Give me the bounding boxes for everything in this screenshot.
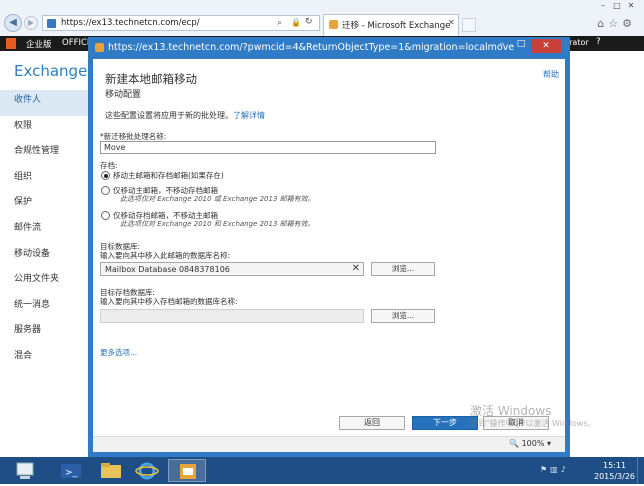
- nav-item[interactable]: 收件人: [0, 90, 90, 116]
- browse-archive-db-button[interactable]: 浏览...: [371, 309, 435, 323]
- file-explorer-icon[interactable]: [92, 459, 130, 482]
- server-manager-icon[interactable]: [6, 459, 44, 482]
- nav-item[interactable]: 公用文件夹: [0, 269, 90, 295]
- target-db-field[interactable]: Mailbox Database 0848378106 ✕: [100, 262, 364, 276]
- search-icon[interactable]: ⌕: [277, 18, 282, 28]
- office-logo-icon[interactable]: [6, 38, 16, 49]
- volume-icon[interactable]: ♪: [561, 465, 569, 474]
- move-option-radio[interactable]: [101, 186, 110, 195]
- activation-watermark-text: 转到"操作中心"以激活 Windows。: [470, 419, 596, 428]
- back-button[interactable]: 返回: [339, 416, 405, 430]
- new-move-dialog: https://ex13.technetcn.com/?pwmcid=4&Ret…: [88, 37, 570, 457]
- maximize-icon[interactable]: □: [610, 0, 624, 11]
- nav-item[interactable]: 邮件流: [0, 218, 90, 244]
- zoom-control[interactable]: 🔍 100% ▾: [509, 439, 551, 448]
- target-db-hint: 输入要向其中移入此邮箱的数据库名称:: [100, 251, 231, 260]
- help-icon[interactable]: ?: [596, 37, 601, 47]
- move-option-note: 此选项仅对 Exchange 2010 或 Exchange 2013 邮箱有效…: [120, 195, 315, 203]
- tab-close-icon[interactable]: ✕: [448, 18, 455, 27]
- move-option-radio[interactable]: [101, 171, 110, 180]
- address-text[interactable]: https://ex13.technetcn.com/ecp/: [61, 18, 200, 28]
- powershell-icon[interactable]: >_: [52, 459, 90, 482]
- browser-chrome: ◀ ▶ https://ex13.technetcn.com/ecp/ ⌕ 🔒 …: [0, 0, 644, 36]
- home-icon[interactable]: ⌂: [597, 17, 608, 30]
- move-option-radio[interactable]: [101, 211, 110, 220]
- target-db-value: Mailbox Database 0848378106: [105, 265, 230, 274]
- dialog-subheading: 移动配置: [105, 90, 142, 100]
- nav-item[interactable]: 权限: [0, 116, 90, 142]
- show-desktop-button[interactable]: [637, 457, 644, 484]
- exchange-app-icon[interactable]: [168, 459, 206, 482]
- browser-tab[interactable]: 迁移 - Microsoft Exchange ✕: [323, 14, 459, 36]
- activation-watermark-title: 激活 Windows: [470, 404, 552, 418]
- dialog-status-bar: 🔍 100% ▾: [93, 436, 565, 452]
- nav-item[interactable]: 统一消息: [0, 295, 90, 321]
- dialog-heading: 新建本地邮箱移动: [105, 72, 197, 86]
- network-icon[interactable]: ▥: [550, 465, 561, 474]
- clock[interactable]: 15:11 2015/3/26: [594, 460, 635, 482]
- svg-text:>_: >_: [65, 468, 78, 478]
- zoom-level: 100%: [521, 439, 545, 448]
- help-link[interactable]: 帮助: [543, 69, 559, 80]
- next-button[interactable]: 下一步: [412, 416, 478, 430]
- tenant-label[interactable]: 企业版: [26, 38, 52, 50]
- eac-navigation: 收件人 权限 合规性管理 组织 保护 邮件流 移动设备 公用文件夹 统一消息 服务器 混合: [0, 90, 90, 372]
- clear-icon[interactable]: ✕: [352, 263, 360, 274]
- move-option-label[interactable]: 移动主邮箱和存档邮箱(如果存在): [113, 170, 224, 181]
- site-favicon-icon: [47, 19, 56, 28]
- dialog-maximize-icon[interactable]: □: [512, 39, 530, 53]
- dialog-body: 帮助 新建本地邮箱移动 移动配置 这些配置设置将应用于新的批处理。了解详情 *新…: [93, 59, 565, 452]
- nav-item[interactable]: 合规性管理: [0, 141, 90, 167]
- nav-item[interactable]: 服务器: [0, 320, 90, 346]
- clock-date: 2015/3/26: [594, 472, 636, 481]
- refresh-icon[interactable]: ↻: [305, 17, 313, 27]
- minimize-icon[interactable]: –: [596, 0, 610, 11]
- dialog-titlebar[interactable]: https://ex13.technetcn.com/?pwmcid=4&Ret…: [88, 37, 570, 59]
- favorites-icon[interactable]: ☆: [608, 17, 622, 30]
- dialog-url: https://ex13.technetcn.com/?pwmcid=4&Ret…: [108, 42, 515, 53]
- nav-item[interactable]: 保护: [0, 192, 90, 218]
- forward-icon[interactable]: ▶: [24, 16, 38, 30]
- close-icon[interactable]: ✕: [624, 0, 638, 11]
- nav-item[interactable]: 混合: [0, 346, 90, 372]
- clock-time: 15:11: [602, 461, 627, 470]
- more-options-link[interactable]: 更多选项...: [100, 347, 137, 358]
- back-icon[interactable]: ◀: [4, 14, 22, 32]
- browse-target-db-button[interactable]: 浏览...: [371, 262, 435, 276]
- nav-item[interactable]: 移动设备: [0, 244, 90, 270]
- gear-icon[interactable]: ⚙: [622, 17, 636, 30]
- dialog-minimize-icon[interactable]: –: [493, 39, 511, 53]
- notification-flag-icon[interactable]: ⚑: [540, 465, 550, 474]
- address-bar[interactable]: https://ex13.technetcn.com/ecp/ ⌕ 🔒 ↻: [42, 15, 320, 31]
- dialog-close-icon[interactable]: ✕: [531, 39, 561, 53]
- window-controls: – □ ✕: [596, 0, 638, 11]
- move-option-note: 此选项仅对 Exchange 2010 和 Exchange 2013 邮箱有效…: [120, 220, 315, 228]
- zoom-icon: 🔍: [509, 439, 520, 448]
- lock-icon[interactable]: 🔒: [291, 18, 301, 27]
- system-tray: ⚑▥♪: [540, 465, 569, 474]
- taskbar: >_ ⚑▥♪ 15:11 2015/3/26: [0, 457, 644, 484]
- batch-name-input[interactable]: Move: [100, 141, 436, 154]
- learn-more-link[interactable]: 了解详情: [233, 111, 265, 120]
- intro-text: 这些配置设置将应用于新的批处理。了解详情: [105, 110, 265, 121]
- archive-db-field[interactable]: [100, 309, 364, 323]
- intro-sentence: 这些配置设置将应用于新的批处理。: [105, 111, 233, 120]
- browser-tools: ⌂☆⚙: [597, 17, 636, 30]
- dialog-favicon-icon: [95, 43, 104, 52]
- internet-explorer-icon[interactable]: [128, 459, 166, 482]
- tab-title: 迁移 - Microsoft Exchange: [342, 21, 451, 31]
- archive-db-hint: 输入要向其中移入存档邮箱的数据库名称:: [100, 297, 238, 306]
- tab-favicon-icon: [329, 20, 338, 29]
- nav-item[interactable]: 组织: [0, 167, 90, 193]
- new-tab-button[interactable]: [462, 18, 476, 32]
